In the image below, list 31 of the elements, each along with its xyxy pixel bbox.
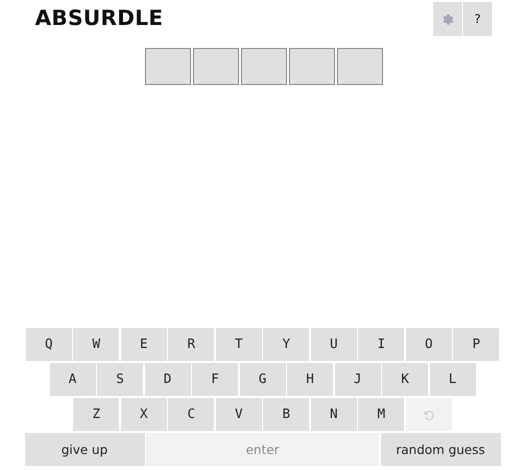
letter-key[interactable]: X — [120, 398, 167, 431]
letter-key[interactable]: F — [192, 363, 238, 396]
letter-key[interactable]: U — [310, 328, 357, 361]
game-title: ABSURDLE — [35, 6, 164, 30]
letter-key[interactable]: N — [310, 398, 357, 431]
letter-key[interactable]: D — [144, 363, 190, 396]
letter-key[interactable]: Y — [263, 328, 310, 361]
letter-key[interactable]: K — [382, 363, 428, 396]
letter-key[interactable]: I — [358, 328, 404, 361]
letter-key[interactable]: O — [406, 328, 452, 361]
letter-key[interactable]: T — [216, 328, 262, 361]
letter-key[interactable]: P — [453, 328, 500, 361]
letter-key[interactable]: M — [358, 398, 404, 431]
letter-key[interactable]: R — [168, 328, 214, 361]
letter-key[interactable]: V — [216, 398, 262, 431]
letter-key[interactable]: Q — [26, 328, 72, 361]
letter-key[interactable]: G — [240, 363, 286, 396]
letter-key[interactable]: J — [334, 363, 380, 396]
random-guess-button[interactable]: random guess — [380, 433, 500, 466]
letter-key[interactable]: L — [430, 363, 476, 396]
letter-key[interactable]: W — [73, 328, 120, 361]
letter-key[interactable]: E — [120, 328, 167, 361]
give-up-button[interactable]: give up — [24, 433, 144, 466]
letter-key[interactable]: C — [168, 398, 214, 431]
letter-key[interactable]: B — [263, 398, 310, 431]
letter-key[interactable]: Z — [73, 398, 120, 431]
letter-key[interactable]: H — [287, 363, 333, 396]
letter-key[interactable]: A — [50, 363, 96, 396]
settings-icon — [440, 12, 454, 26]
help-button[interactable]: ? — [463, 2, 492, 36]
letter-key[interactable]: S — [97, 363, 143, 396]
